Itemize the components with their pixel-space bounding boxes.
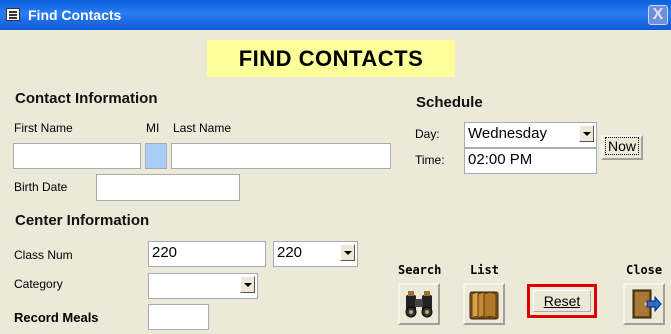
chevron-down-icon[interactable] xyxy=(340,244,355,261)
chevron-down-icon[interactable] xyxy=(240,276,255,293)
mi-field[interactable] xyxy=(145,143,167,169)
first-name-field[interactable] xyxy=(13,143,141,169)
list-button[interactable] xyxy=(463,283,505,325)
reset-button[interactable]: Reset xyxy=(533,290,591,312)
day-select[interactable]: Wednesday xyxy=(464,122,597,148)
chevron-down-icon[interactable] xyxy=(579,125,594,142)
contact-info-heading: Contact Information xyxy=(15,90,158,107)
birth-date-label: Birth Date xyxy=(14,180,68,194)
list-caption: List xyxy=(470,263,499,277)
window-title: Find Contacts xyxy=(28,7,122,23)
category-label: Category xyxy=(14,277,63,291)
day-value: Wednesday xyxy=(468,125,547,142)
category-select[interactable] xyxy=(148,273,258,299)
birth-date-field[interactable] xyxy=(96,174,240,201)
record-meals-label: Record Meals xyxy=(14,310,99,325)
now-button[interactable]: Now xyxy=(601,135,643,160)
first-name-label: First Name xyxy=(14,121,73,135)
last-name-label: Last Name xyxy=(173,121,232,135)
day-label: Day: xyxy=(415,127,440,141)
reset-button-frame[interactable]: Reset xyxy=(527,284,597,318)
class-num-select-value: 220 xyxy=(277,244,303,261)
last-name-field[interactable] xyxy=(171,143,391,169)
exit-door-icon xyxy=(632,289,662,319)
search-button[interactable] xyxy=(398,283,440,325)
time-label: Time: xyxy=(415,153,445,167)
time-field[interactable]: 02:00 PM xyxy=(464,148,597,174)
folder-files-icon xyxy=(469,291,499,320)
close-form-button[interactable] xyxy=(623,283,665,325)
center-info-heading: Center Information xyxy=(15,212,150,229)
class-num-label: Class Num xyxy=(14,248,73,262)
schedule-heading: Schedule xyxy=(416,94,483,111)
reset-button-label: Reset xyxy=(543,293,581,309)
class-num-select[interactable]: 220 xyxy=(273,241,358,267)
class-num-field[interactable]: 220 xyxy=(148,241,266,267)
title-bar: Find Contacts X xyxy=(0,0,671,30)
record-meals-field[interactable] xyxy=(148,304,209,330)
now-button-label: Now xyxy=(604,137,639,155)
binoculars-icon xyxy=(405,291,433,318)
window-close-button[interactable]: X xyxy=(648,5,668,25)
page-banner: FIND CONTACTS xyxy=(207,40,455,77)
form-icon xyxy=(6,8,20,21)
search-caption: Search xyxy=(398,263,442,277)
mi-label: MI xyxy=(146,121,160,135)
close-caption: Close xyxy=(626,263,663,277)
